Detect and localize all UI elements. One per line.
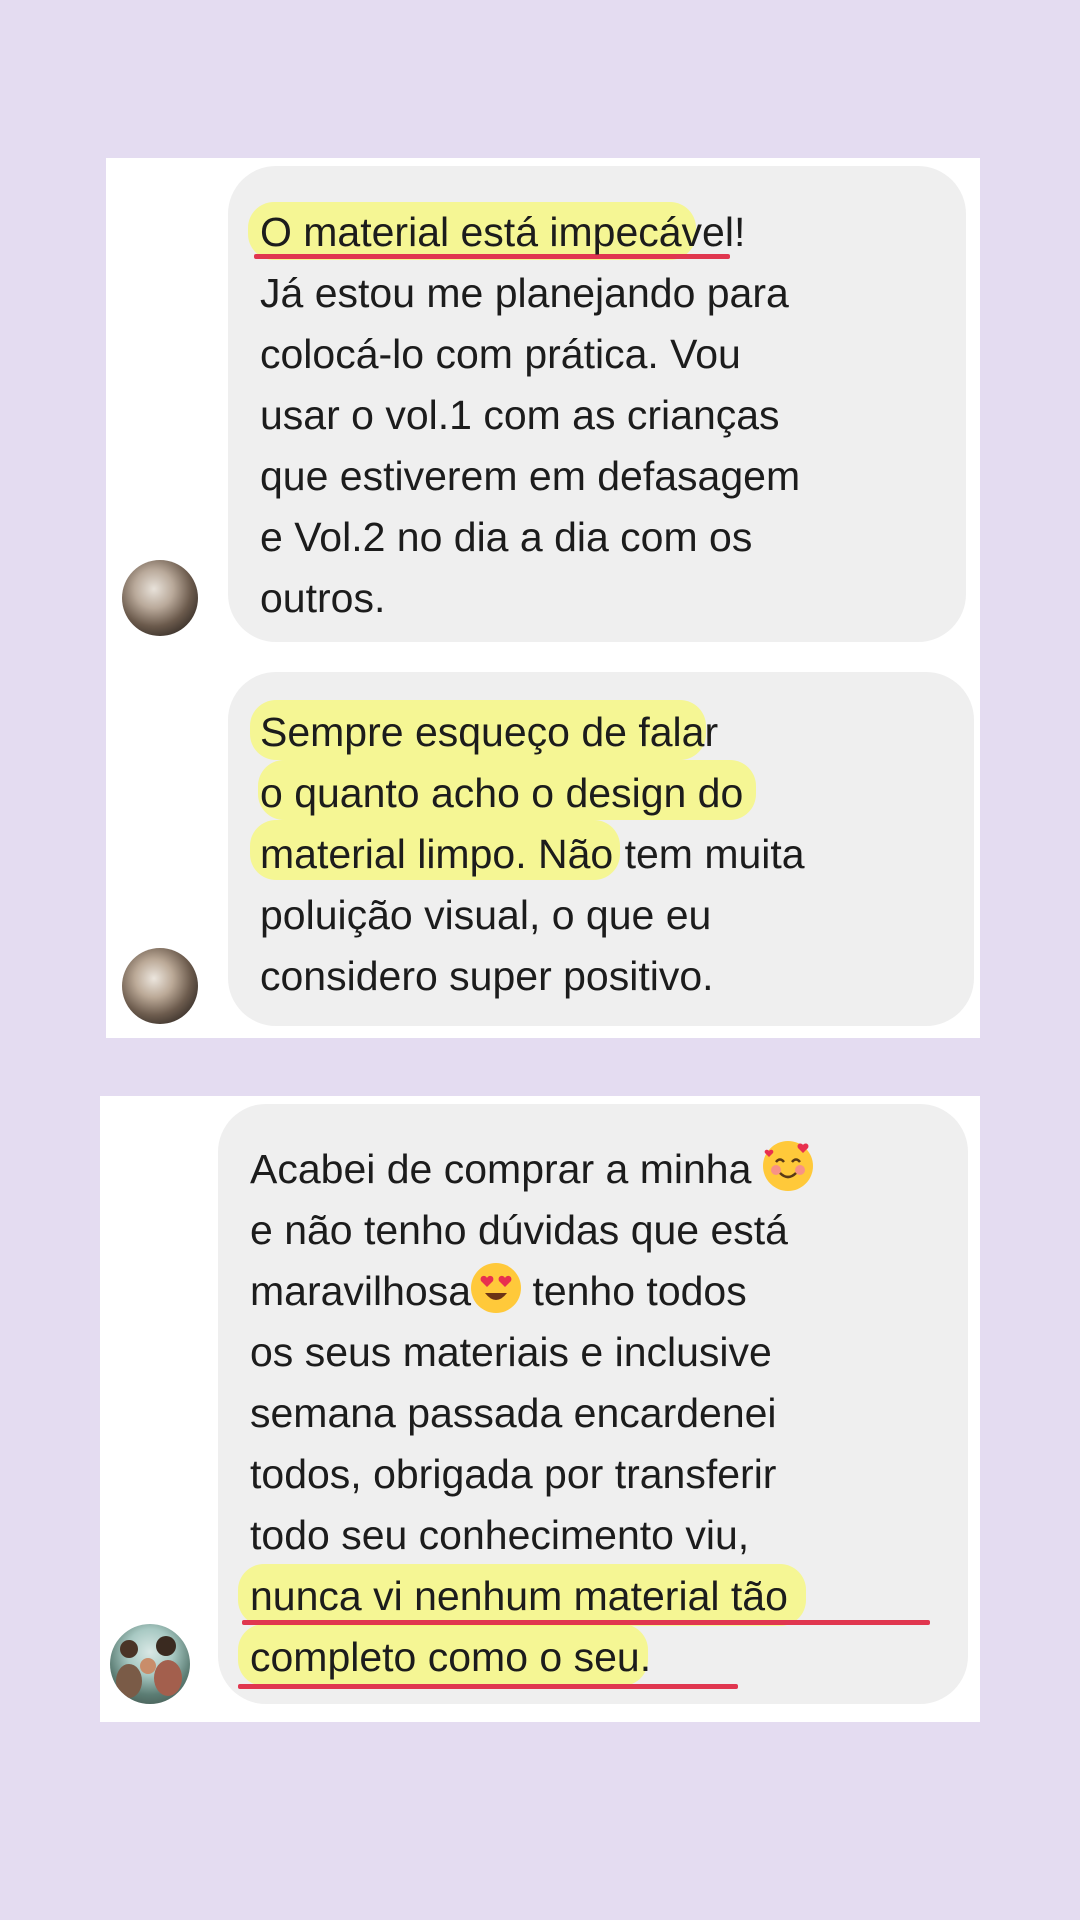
message-line: outros. — [260, 575, 386, 621]
chat-screenshot-1: O material está impecável! Já estou me p… — [106, 158, 980, 1038]
sender-avatar — [122, 560, 198, 636]
message-line: semana passada encardenei — [250, 1390, 777, 1436]
message-line: colocá-lo com prática. Vou — [260, 331, 741, 377]
message-line: todos, obrigada por transferir — [250, 1451, 777, 1497]
sender-avatar — [122, 948, 198, 1024]
message-line: que estiverem em defasagem — [260, 453, 801, 499]
message-line: considero super positivo. — [260, 953, 714, 999]
message-line: poluição visual, o que eu — [260, 892, 712, 938]
message-line: e não tenho dúvidas que está — [250, 1207, 788, 1253]
message-text: Acabei de comprar a minha — [250, 1146, 752, 1192]
message-line: Acabei de comprar a minha — [250, 1139, 944, 1200]
message-line: material limpo. Não tem muita — [260, 831, 805, 877]
heart-eyes-icon — [471, 1263, 522, 1313]
message-line: completo como o seu. — [250, 1634, 652, 1680]
message-line: O material está impecável! — [260, 209, 746, 255]
message-bubble-1: O material está impecável! Já estou me p… — [228, 166, 966, 642]
message-bubble-3: Acabei de comprar a minha e não tenho dú… — [218, 1104, 968, 1704]
message-text: maravilhosa — [250, 1268, 472, 1314]
message-line: nunca vi nenhum material tão — [250, 1573, 788, 1619]
message-text: tenho todos — [521, 1268, 747, 1314]
message-line: maravilhosa tenho todos — [250, 1261, 944, 1322]
sender-avatar — [110, 1624, 190, 1704]
message-line: o quanto acho o design do — [260, 770, 744, 816]
smiling-face-with-hearts-icon — [762, 1141, 813, 1191]
message-line: os seus materiais e inclusive — [250, 1329, 772, 1375]
message-line: todo seu conhecimento viu, — [250, 1512, 750, 1558]
message-bubble-2: Sempre esqueço de falar o quanto acho o … — [228, 672, 974, 1026]
message-line: Já estou me planejando para — [260, 270, 789, 316]
message-line: e Vol.2 no dia a dia com os — [260, 514, 753, 560]
message-line: usar o vol.1 com as crianças — [260, 392, 780, 438]
chat-screenshot-2: Acabei de comprar a minha e não tenho dú… — [100, 1096, 980, 1722]
message-line: Sempre esqueço de falar — [260, 709, 719, 755]
